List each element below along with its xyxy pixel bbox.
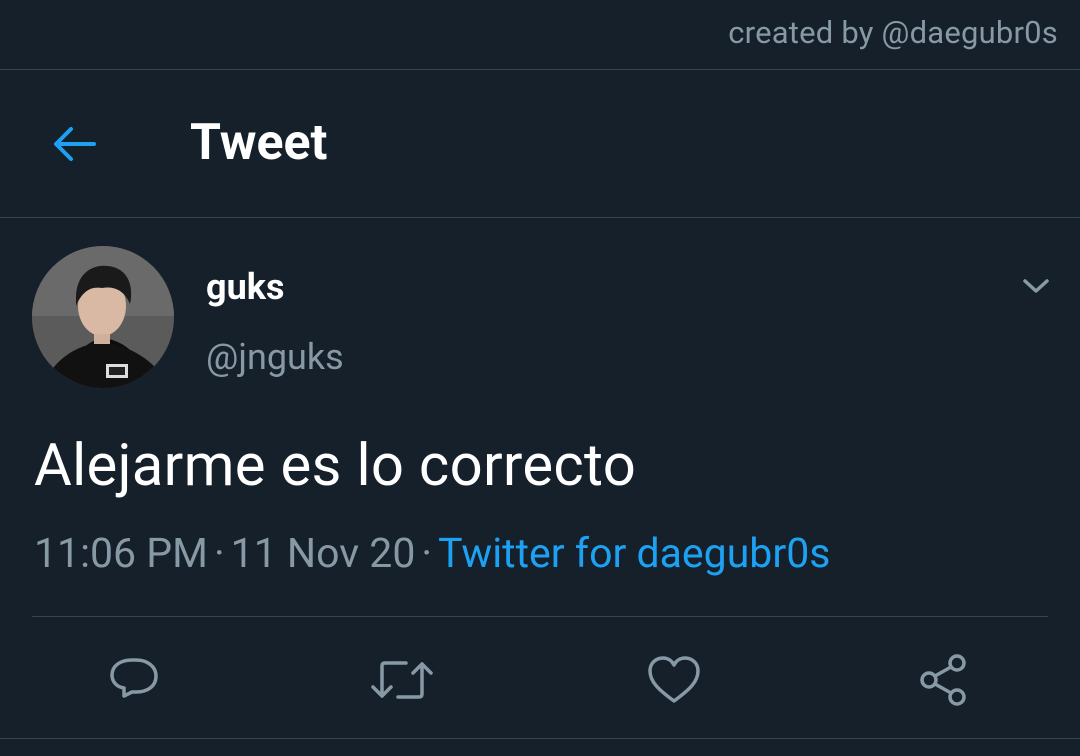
tweet-actions — [0, 640, 1080, 720]
meta-divider — [32, 616, 1048, 617]
chevron-down-icon — [1023, 279, 1049, 293]
meta-separator: · — [421, 530, 433, 578]
reply-icon — [110, 658, 158, 698]
header: Tweet — [0, 70, 1080, 218]
watermark-credit: created by @daegubr0s — [728, 14, 1058, 51]
meta-separator: · — [213, 530, 225, 578]
tweet-options-button[interactable] — [1016, 268, 1056, 304]
header-divider — [0, 217, 1080, 218]
back-arrow-icon — [54, 127, 96, 161]
avatar[interactable] — [32, 246, 174, 388]
author-display-name[interactable]: guks — [206, 266, 284, 308]
tweet-meta: 11:06 PM · 11 Nov 20 · Twitter for daegubr0s — [34, 530, 830, 578]
tweet-source-link[interactable]: Twitter for daegubr0s — [438, 530, 830, 578]
reply-button[interactable] — [102, 648, 166, 712]
like-button[interactable] — [642, 648, 706, 712]
bottom-divider — [0, 738, 1080, 739]
retweet-icon — [371, 661, 433, 699]
tweet-text: Alejarme es lo correcto — [34, 432, 637, 500]
retweet-button[interactable] — [370, 648, 434, 712]
tweet-date: 11 Nov 20 — [230, 530, 416, 578]
like-icon — [648, 656, 700, 703]
author-handle[interactable]: @jnguks — [206, 336, 344, 378]
tweet-time: 11:06 PM — [34, 530, 208, 578]
share-button[interactable] — [912, 648, 976, 712]
back-button[interactable] — [46, 118, 102, 170]
share-icon — [920, 654, 966, 706]
page-title: Tweet — [190, 114, 328, 172]
avatar-image — [32, 246, 174, 388]
tweet-page: created by @daegubr0s Tweet guks @jnguks — [0, 0, 1080, 756]
